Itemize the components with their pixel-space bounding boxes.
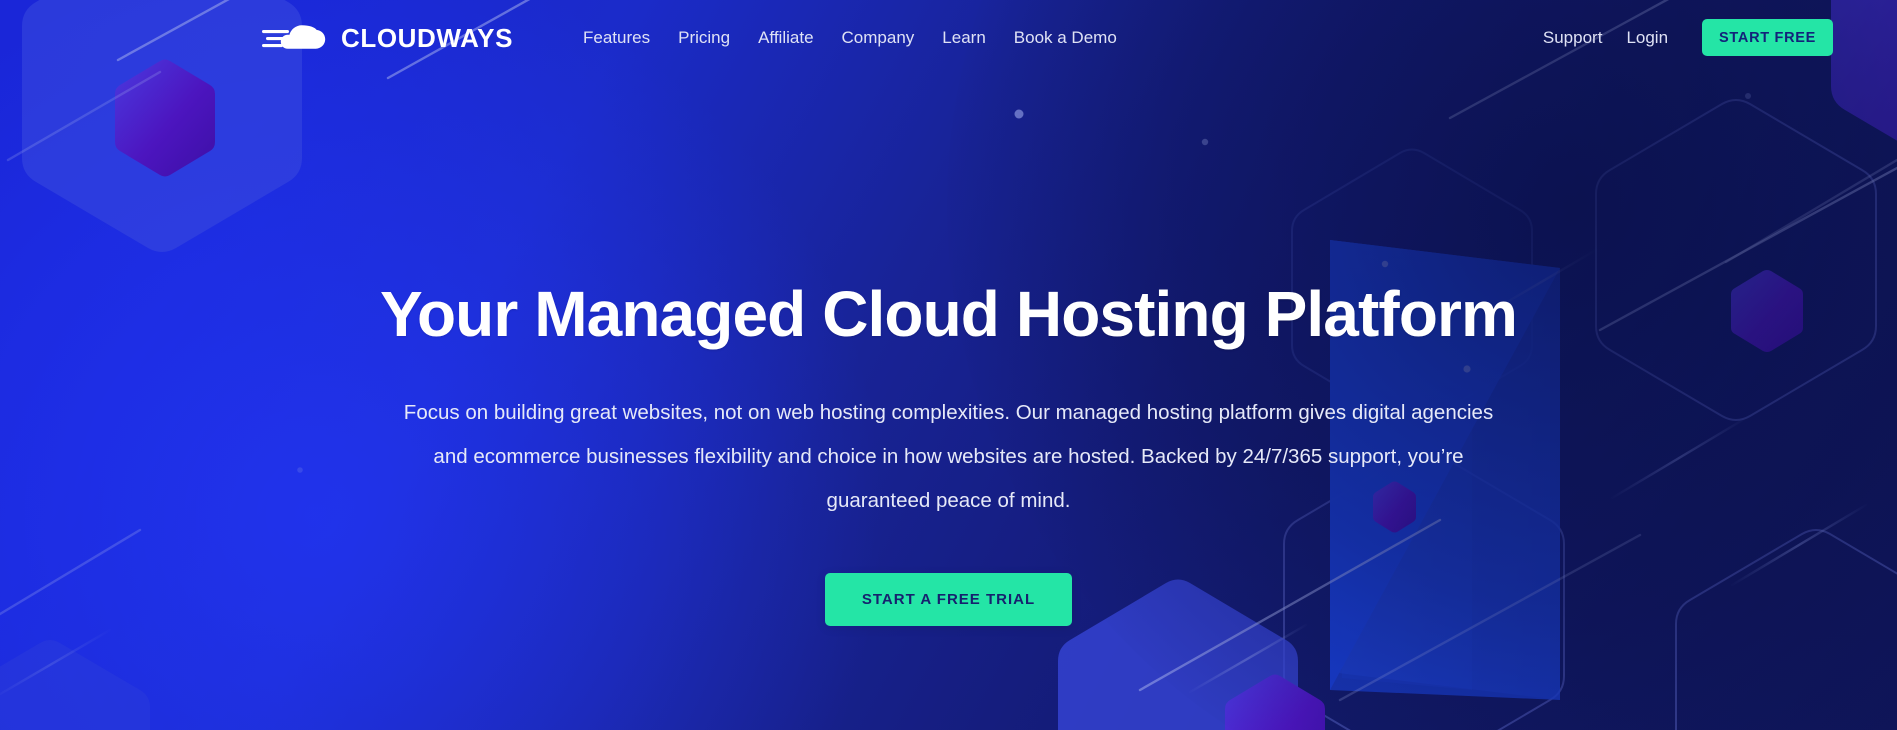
brand-name: CLOUDWAYS (341, 22, 514, 53)
main-navbar: CLOUDWAYS Features Pricing Affiliate Com… (0, 0, 1897, 75)
hero-title: Your Managed Cloud Hosting Platform (379, 278, 1518, 350)
hero-section: CLOUDWAYS Features Pricing Affiliate Com… (0, 0, 1897, 730)
nav-item-features[interactable]: Features (569, 23, 664, 52)
nav-item-pricing[interactable]: Pricing (664, 23, 744, 52)
start-free-button[interactable]: START FREE (1702, 19, 1833, 56)
nav-item-support[interactable]: Support (1531, 22, 1615, 54)
hero-content: Your Managed Cloud Hosting Platform Focu… (0, 0, 1897, 730)
utility-nav: Support Login START FREE (1531, 19, 1833, 56)
nav-item-learn[interactable]: Learn (928, 23, 999, 52)
brand-logo-link[interactable]: CLOUDWAYS (262, 21, 513, 55)
nav-item-affiliate[interactable]: Affiliate (744, 23, 827, 52)
primary-nav-links: Features Pricing Affiliate Company Learn… (569, 23, 1131, 52)
hero-subtitle: Focus on building great websites, not on… (403, 401, 1494, 513)
cloud-speed-icon (262, 21, 334, 55)
start-a-free-trial-button[interactable]: START A FREE TRIAL (824, 573, 1073, 627)
nav-item-book-a-demo[interactable]: Book a Demo (1000, 23, 1131, 52)
nav-item-company[interactable]: Company (828, 23, 929, 52)
nav-item-login[interactable]: Login (1614, 22, 1680, 54)
